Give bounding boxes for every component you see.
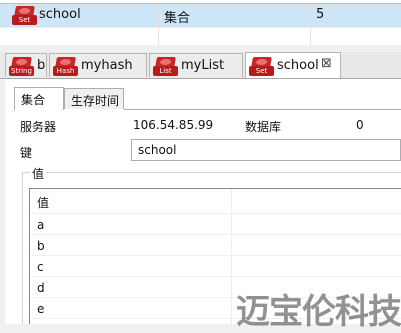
redis-set-icon: Set	[249, 57, 274, 76]
values-group-border	[22, 172, 401, 173]
subtab-label: 集合	[21, 93, 46, 107]
server-label: 服务器	[20, 120, 57, 134]
tab-myhash[interactable]: Hash myhash	[49, 53, 147, 77]
key-type-cell: 集合	[164, 11, 191, 26]
tab-school[interactable]: Set school ⊠	[245, 52, 341, 78]
tab-mylist[interactable]: List myList	[149, 53, 243, 77]
redis-hash-icon: Hash	[53, 57, 78, 76]
list-item-value: e	[37, 302, 45, 316]
list-item[interactable]: a	[30, 215, 401, 235]
tab-label: b	[37, 58, 46, 73]
database-label: 数据库	[245, 120, 282, 134]
list-item-value: c	[37, 260, 44, 274]
redis-list-icon: List	[153, 57, 178, 76]
redis-string-icon: String	[9, 57, 34, 76]
subtab-set[interactable]: 集合	[14, 87, 64, 110]
redis-set-icon: Set	[12, 6, 37, 25]
list-item-value: d	[37, 281, 45, 295]
subtab-ttl[interactable]: 生存时间	[64, 88, 124, 109]
values-group-title: 值	[30, 165, 47, 182]
list-item-value: a	[37, 218, 45, 232]
list-item[interactable]: b	[30, 236, 401, 256]
watermark-text: 迈宝伦科技	[236, 292, 401, 332]
list-item[interactable]: c	[30, 257, 401, 277]
values-header[interactable]: 值	[30, 190, 401, 214]
list-item-value: b	[37, 239, 45, 253]
values-group-border-left	[22, 172, 23, 324]
key-name-cell: school	[39, 7, 81, 22]
tab-b[interactable]: String b	[5, 53, 47, 77]
tab-label: school	[277, 58, 319, 73]
tab-label: myList	[181, 58, 225, 73]
subtab-label: 生存时间	[71, 94, 120, 108]
key-label: 键	[20, 146, 33, 160]
key-count-cell: 5	[316, 7, 325, 22]
key-field-value: school	[138, 143, 177, 157]
column-header: 值	[37, 196, 50, 210]
table-row[interactable]: Set school 集合 5	[0, 3, 401, 28]
key-field[interactable]: school	[131, 139, 401, 161]
tab-label: myhash	[81, 58, 133, 73]
close-icon[interactable]: ⊠	[321, 56, 332, 71]
keys-table: Set school 集合 5	[0, 0, 401, 45]
database-value: 0	[356, 118, 364, 132]
server-value: 106.54.85.99	[133, 118, 214, 132]
